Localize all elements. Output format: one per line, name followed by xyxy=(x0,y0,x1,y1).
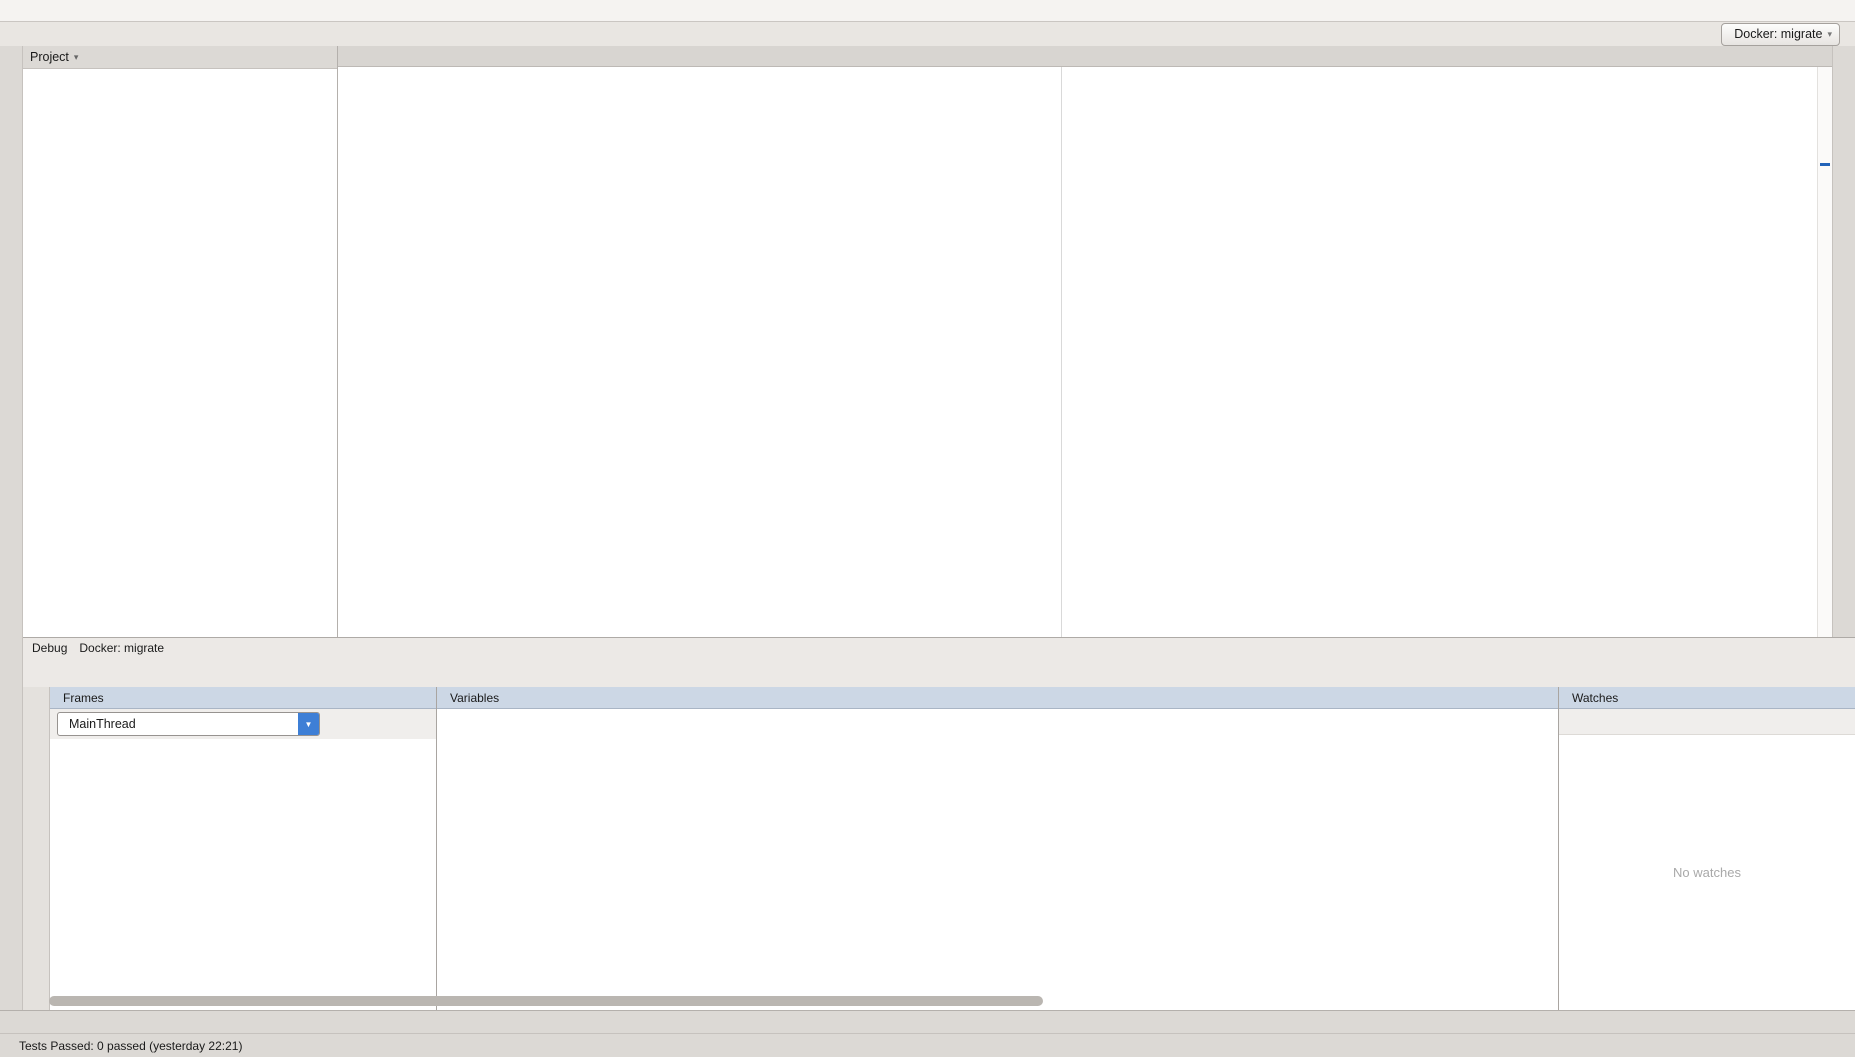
debug-tool-window: Debug Docker: migrate Frames MainThread … xyxy=(23,637,1855,1011)
project-panel-title: Project xyxy=(30,50,69,64)
code-editor[interactable] xyxy=(338,67,1818,637)
watches-toolbar xyxy=(1559,709,1855,735)
variables-title: Variables xyxy=(450,691,499,705)
chevron-down-icon: ▾ xyxy=(1827,29,1832,40)
frames-panel-header: Frames xyxy=(50,687,436,709)
execution-marker xyxy=(1820,163,1830,166)
thread-name: MainThread xyxy=(69,717,136,731)
chevron-down-icon[interactable]: ▾ xyxy=(74,52,79,63)
project-tool-window: Project ▾ xyxy=(23,46,338,637)
thread-combo[interactable]: MainThread ▼ xyxy=(57,712,320,736)
frames-title: Frames xyxy=(63,691,104,705)
variables-panel-header: Variables xyxy=(437,687,1558,709)
debug-header: Debug Docker: migrate xyxy=(23,638,1855,658)
debug-title: Debug xyxy=(32,641,67,655)
debug-side-toolbar xyxy=(23,687,50,1011)
project-tree xyxy=(23,69,337,637)
project-panel-header: Project ▾ xyxy=(23,46,337,69)
debug-run-config: Docker: migrate xyxy=(79,641,164,655)
watches-panel: Watches No watches xyxy=(1559,687,1855,1011)
run-configuration-label: Docker: migrate xyxy=(1734,27,1822,41)
watches-title: Watches xyxy=(1572,691,1618,705)
debug-tab-bar xyxy=(23,658,1855,686)
run-configuration-select[interactable]: Docker: migrate ▾ xyxy=(1721,23,1840,46)
thread-selector-row: MainThread ▼ xyxy=(50,709,436,739)
watches-empty-text: No watches xyxy=(1559,865,1855,880)
status-bar: Tests Passed: 0 passed (yesterday 22:21) xyxy=(0,1033,1855,1057)
frames-panel: Frames MainThread ▼ xyxy=(50,687,437,1011)
combo-dropdown-button[interactable]: ▼ xyxy=(298,713,319,735)
right-margin-line xyxy=(1061,67,1062,637)
status-message: Tests Passed: 0 passed (yesterday 22:21) xyxy=(19,1039,242,1053)
editor-tab-bar xyxy=(338,46,1832,67)
watches-panel-header: Watches xyxy=(1559,687,1855,709)
editor-area xyxy=(338,46,1832,637)
debug-horizontal-scrollbar[interactable] xyxy=(49,996,1043,1006)
variables-panel: Variables xyxy=(437,687,1559,1011)
debug-content: Frames MainThread ▼ Variables xyxy=(23,687,1855,1011)
editor-scrollbar[interactable] xyxy=(1817,67,1832,637)
main-toolbar: Docker: migrate ▾ xyxy=(1721,23,1847,46)
navigation-bar: Docker: migrate ▾ xyxy=(0,22,1855,47)
menu-bar xyxy=(0,0,1855,22)
left-tool-stripe xyxy=(0,46,23,1010)
tool-window-bar xyxy=(0,1010,1855,1033)
